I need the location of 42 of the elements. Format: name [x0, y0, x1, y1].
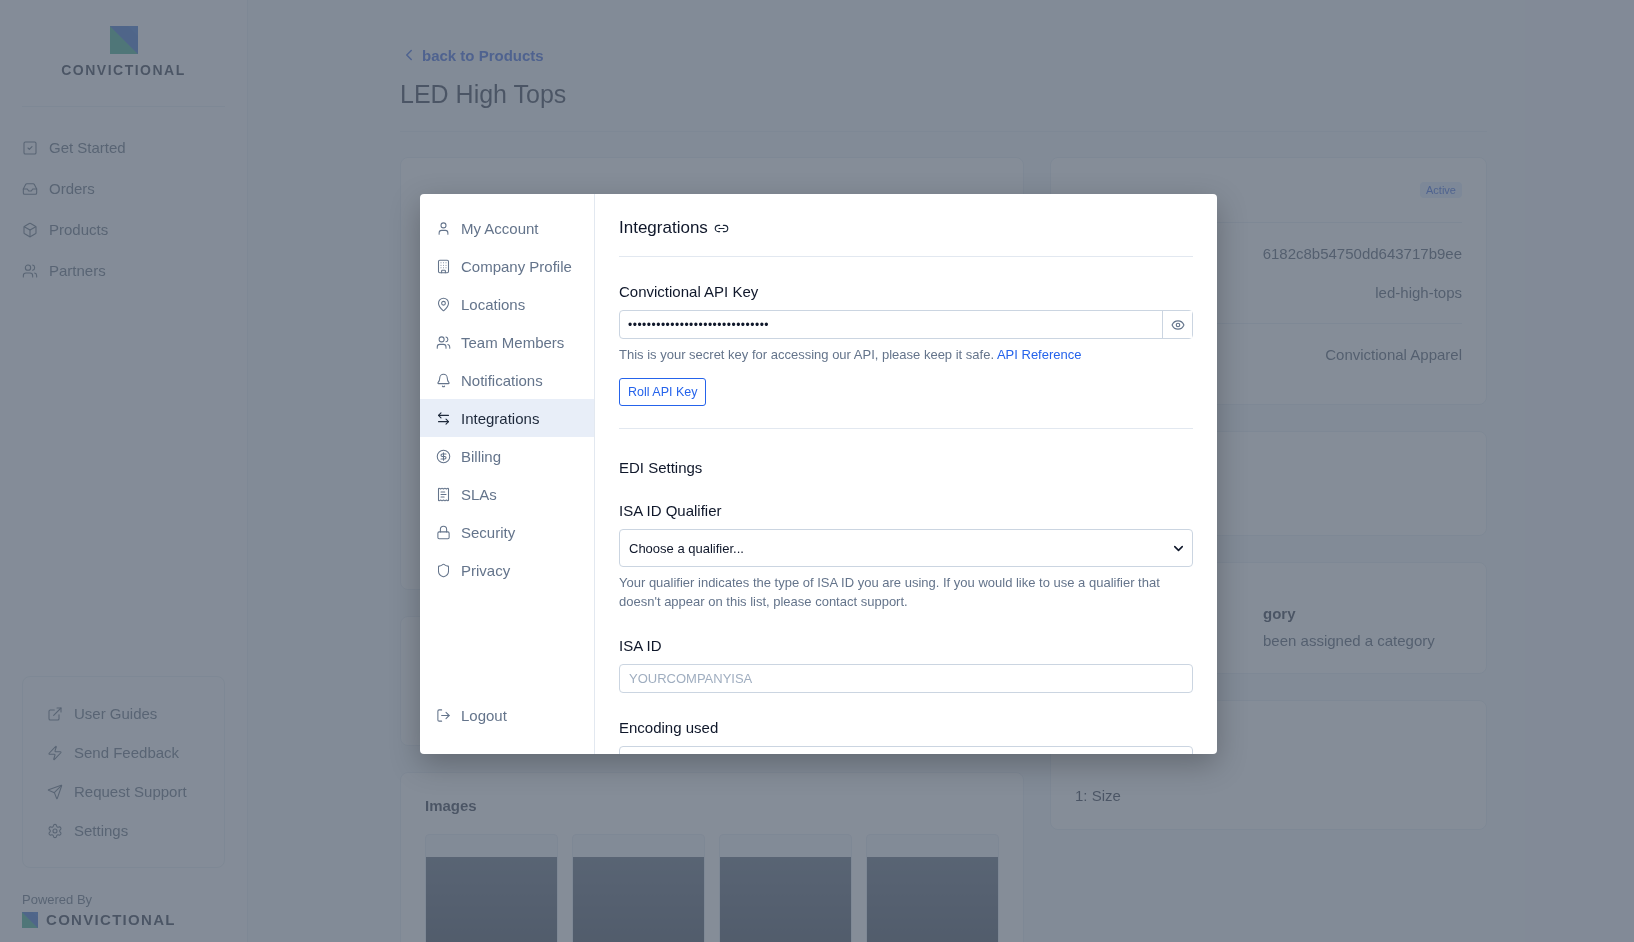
input-field[interactable]: YOURCOMPANYISA	[619, 664, 1193, 693]
settings-nav-item[interactable]: Notifications	[420, 361, 594, 399]
show-key-button[interactable]	[1162, 311, 1192, 338]
nav-icon	[436, 220, 451, 236]
nav-icon	[436, 562, 451, 578]
nav-icon	[436, 258, 451, 274]
api-reference-link[interactable]: API Reference	[996, 347, 1082, 362]
nav-icon	[436, 410, 451, 426]
nav-icon	[436, 486, 451, 502]
help-text: Your qualifier indicates the type of ISA ID you are using. If you would like to use a qualifier that doesn't appear on this list, please contact support.	[619, 574, 1161, 611]
section-heading: EDI Settings	[619, 459, 704, 476]
logout-icon	[436, 707, 451, 723]
settings-nav-item[interactable]: Team Members	[420, 323, 594, 361]
nav-icon	[436, 524, 451, 540]
eye-icon	[1170, 317, 1185, 332]
settings-nav-item[interactable]: My Account	[420, 209, 594, 247]
brand-name: CONVICTIONAL	[46, 911, 176, 928]
roll-api-key-button[interactable]: Roll API Key	[619, 378, 707, 406]
settings-nav-item[interactable]: Privacy	[420, 551, 594, 589]
brand-name: CONVICTIONAL	[61, 62, 186, 78]
nav-icon	[436, 448, 451, 464]
nav-icon	[436, 296, 451, 312]
settings-nav-item[interactable]: Billing	[420, 437, 594, 475]
settings-nav-item[interactable]: Company Profile	[420, 247, 594, 285]
field-label: ISA ID	[619, 637, 663, 654]
select-field[interactable]: Choose a qualifier...	[619, 529, 1193, 567]
nav-icon	[436, 372, 451, 388]
field-label: Encoding used	[619, 719, 720, 736]
nav-icon	[436, 334, 451, 350]
logout-link[interactable]: Logout	[420, 696, 594, 734]
option-text: 1: Size	[1075, 787, 1121, 804]
settings-nav-item[interactable]: Locations	[420, 285, 594, 323]
card-title: Images	[425, 797, 478, 814]
field-label: Convictional API Key	[619, 283, 760, 300]
help-text: This is your secret key for accessing our API, please keep it safe. API Reference	[619, 346, 1083, 364]
field-label: ISA ID Qualifier	[619, 502, 723, 519]
section-title: Integrations	[619, 218, 708, 238]
settings-nav-item[interactable]: SLAs	[420, 475, 594, 513]
settings-nav-item[interactable]: Integrations	[420, 399, 594, 437]
settings-nav-item[interactable]: Security	[420, 513, 594, 551]
card-title: gory	[1263, 605, 1297, 622]
api-key-field[interactable]: ••••••••••••••••••••••••••••••	[619, 310, 1193, 339]
